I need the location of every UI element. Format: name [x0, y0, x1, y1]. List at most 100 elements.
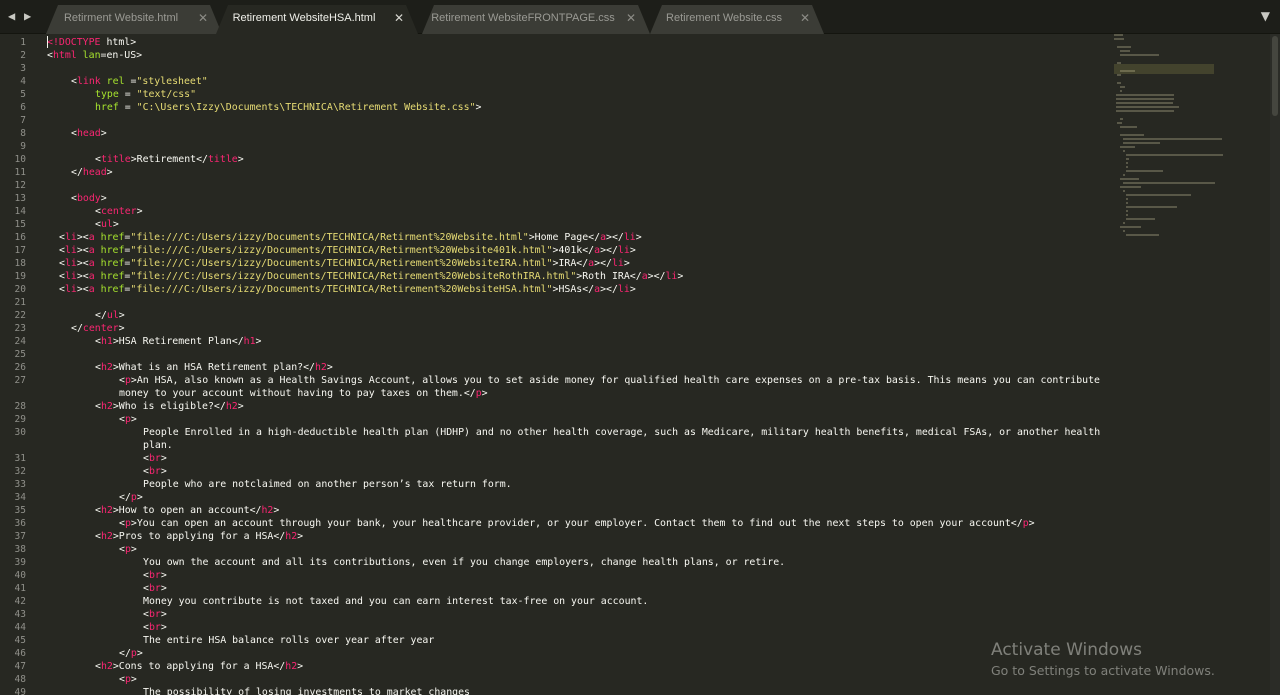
code-line[interactable]: <head>: [71, 127, 107, 140]
line-number-gutter: 1 2 3 4 5 6 7 8 9 10 11 12 13 14 15 16 17 18 19 20 21 22 23 24 2…: [0, 34, 34, 695]
code-area[interactable]: <!DOCTYPE html> <html lan=en-US> <link rel…: [47, 34, 1112, 695]
code-token: h2: [100, 505, 113, 516]
code-line[interactable]: <h2>How to open an account</h2>: [95, 504, 279, 517]
minimap-line: [1120, 178, 1139, 180]
line-number: 48: [14, 674, 26, 685]
code-line[interactable]: <title>Retirement</title>: [95, 153, 244, 166]
code-token: >: [481, 388, 488, 399]
code-line[interactable]: <li><a href="file:///C:/Users/izzy/Docum…: [59, 244, 636, 257]
code-token: DOCTYPE: [58, 37, 101, 48]
code-token: ></: [594, 258, 612, 269]
code-line[interactable]: <p>: [119, 413, 137, 426]
tab-retirement-websitefrontpage-css[interactable]: Retirement WebsiteFRONTPAGE.css ✕: [422, 5, 650, 34]
chevron-left-icon[interactable]: ◀: [8, 9, 18, 23]
code-line[interactable]: People who are notclaimed on another per…: [143, 478, 512, 491]
code-token: </: [71, 167, 83, 178]
code-line[interactable]: <li><a href="file:///C:/Users/izzy/Docum…: [59, 231, 642, 244]
close-icon[interactable]: ✕: [394, 11, 404, 25]
code-line[interactable]: <h1>HSA Retirement Plan</h1>: [95, 335, 261, 348]
tab-retirement-websitehsa-html[interactable]: Retirement WebsiteHSA.html ✕: [216, 5, 418, 34]
code-token: The possibility of losing investments to…: [143, 687, 470, 695]
code-line[interactable]: Money you contribute is not taxed and yo…: [143, 595, 648, 608]
code-line[interactable]: <ul>: [95, 218, 119, 231]
code-line[interactable]: <html lan=en-US>: [47, 49, 142, 62]
code-token: >: [297, 531, 304, 542]
code-line[interactable]: You own the account and all its contribu…: [143, 556, 785, 569]
code-line[interactable]: <br>: [143, 569, 167, 582]
code-line[interactable]: <h2>Cons to applying for a HSA</h2>: [95, 660, 303, 673]
line-number: 25: [14, 349, 26, 360]
close-icon[interactable]: ✕: [626, 11, 636, 25]
code-line[interactable]: <center>: [95, 205, 143, 218]
code-line[interactable]: People Enrolled in a high-deductible hea…: [143, 426, 1100, 439]
minimap-line: [1120, 226, 1141, 228]
code-line[interactable]: <p>: [119, 543, 137, 556]
code-line[interactable]: <body>: [71, 192, 107, 205]
code-line[interactable]: <h2>What is an HSA Retirement plan?</h2>: [95, 361, 333, 374]
code-token: >: [635, 232, 642, 243]
code-line[interactable]: <li><a href="file:///C:/Users/izzy/Docum…: [59, 257, 630, 270]
minimap-line: [1115, 110, 1174, 112]
code-line[interactable]: <h2>Pros to applying for a HSA</h2>: [95, 530, 303, 543]
code-line[interactable]: </ul>: [95, 309, 125, 322]
chevron-right-icon[interactable]: ▶: [24, 9, 34, 23]
code-line[interactable]: </p>: [119, 647, 143, 660]
line-number: 45: [14, 635, 26, 646]
code-token: ></: [647, 271, 666, 282]
code-line[interactable]: type = "text/css": [95, 88, 196, 101]
code-token: type: [95, 89, 119, 100]
code-token: >How to open an account</: [112, 505, 262, 516]
line-number: 29: [14, 414, 26, 425]
code-token: rel: [100, 76, 125, 87]
minimap-line: [1120, 146, 1135, 148]
vertical-scrollbar[interactable]: [1270, 34, 1280, 695]
code-line[interactable]: <li><a href="file:///C:/Users/izzy/Docum…: [59, 283, 636, 296]
code-line[interactable]: <br>: [143, 621, 167, 634]
code-token: >401k</: [552, 245, 595, 256]
line-number: 13: [14, 193, 26, 204]
code-line[interactable]: <br>: [143, 582, 167, 595]
code-token: >: [255, 336, 262, 347]
code-token: </: [119, 492, 131, 503]
minimap-line: [1114, 38, 1124, 40]
minimap-viewport[interactable]: [1114, 64, 1214, 74]
code-line[interactable]: </center>: [71, 322, 125, 335]
code-line[interactable]: </p>: [119, 491, 143, 504]
code-line[interactable]: <br>: [143, 452, 167, 465]
tab-retirment-website-html[interactable]: Retirment Website.html ✕: [46, 5, 222, 34]
code-token: ><: [76, 284, 89, 295]
close-icon[interactable]: ✕: [800, 11, 810, 25]
code-line[interactable]: <p>You can open an account through your …: [119, 517, 1035, 530]
code-token: h2: [314, 362, 327, 373]
code-line[interactable]: money to your account without having to …: [119, 387, 488, 400]
code-token: head: [76, 128, 101, 139]
line-number: 31: [14, 453, 26, 464]
code-line[interactable]: The entire HSA balance rolls over year a…: [143, 634, 434, 647]
tab-retirement-website-css[interactable]: Retirement Website.css ✕: [650, 5, 824, 34]
close-icon[interactable]: ✕: [198, 11, 208, 25]
line-number: 40: [14, 570, 26, 581]
code-token: >: [118, 310, 125, 321]
code-editor[interactable]: 1 2 3 4 5 6 7 8 9 10 11 12 13 14 15 16 17 18 19 20 21 22 23 24 2…: [0, 34, 1280, 695]
code-token: "file:///C:/Users/izzy/Documents/TECHNIC…: [130, 284, 553, 295]
code-line[interactable]: <p>An HSA, also known as a Health Saving…: [119, 374, 1100, 387]
code-line[interactable]: <!DOCTYPE html>: [47, 36, 136, 49]
code-token: h2: [285, 661, 298, 672]
code-line[interactable]: <li><a href="file:///C:/Users/izzy/Docum…: [59, 270, 683, 283]
code-line[interactable]: </head>: [71, 166, 113, 179]
code-line[interactable]: <br>: [143, 608, 167, 621]
chevron-down-icon[interactable]: ▼: [1261, 9, 1270, 23]
code-token: >: [136, 492, 143, 503]
code-line[interactable]: <h2>Who is eligible?</h2>: [95, 400, 244, 413]
code-line[interactable]: <p>: [119, 673, 137, 686]
code-token: >: [160, 570, 167, 581]
minimap-line: [1117, 122, 1123, 124]
code-line[interactable]: <link rel ="stylesheet": [71, 75, 208, 88]
code-token: li: [617, 284, 630, 295]
code-token: href: [94, 232, 125, 243]
code-line[interactable]: The possibility of losing investments to…: [143, 686, 470, 695]
scrollbar-thumb[interactable]: [1272, 36, 1278, 116]
code-line[interactable]: <br>: [143, 465, 167, 478]
code-line[interactable]: href = "C:\Users\Izzy\Documents\TECHNICA…: [95, 101, 481, 114]
code-line[interactable]: plan.: [143, 439, 173, 452]
